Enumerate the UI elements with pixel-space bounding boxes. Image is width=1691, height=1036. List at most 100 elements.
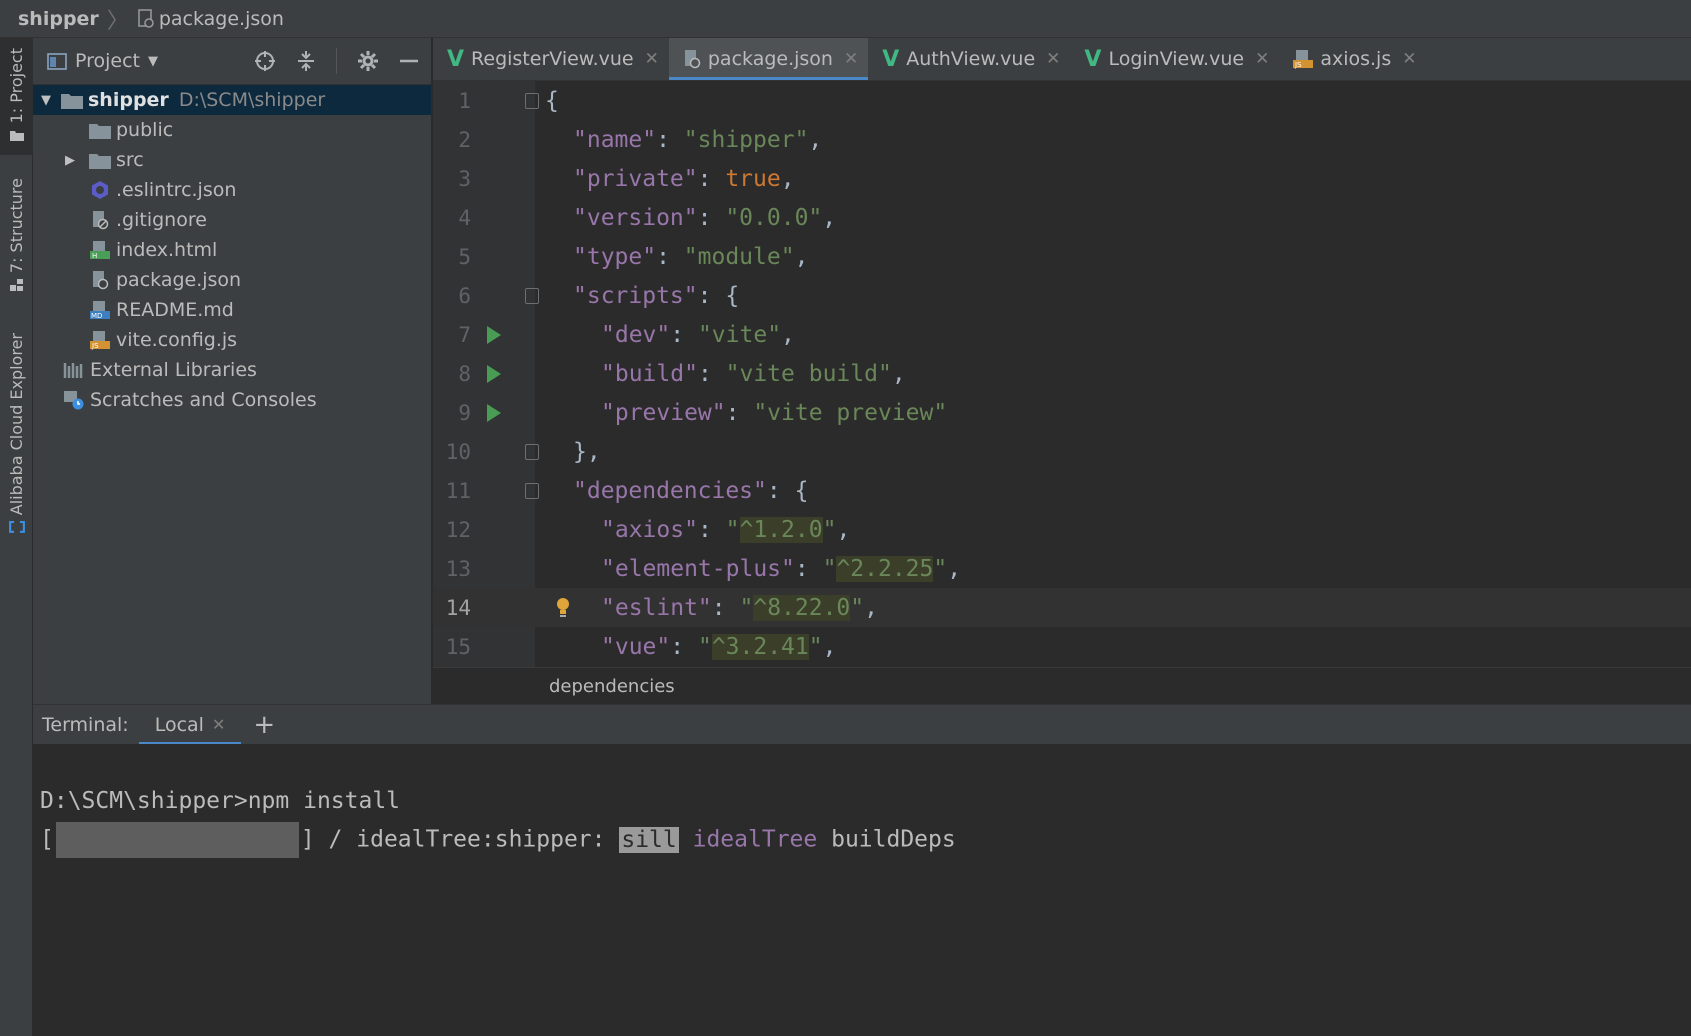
- expanded-arrow-icon[interactable]: ▼: [39, 93, 53, 108]
- project-view-selector[interactable]: Project ▼: [47, 50, 158, 72]
- code-editor[interactable]: 1 { 2 "name": "shipper", 3 "private": tr…: [433, 81, 1691, 667]
- code-token: {: [545, 87, 559, 114]
- lightbulb-icon[interactable]: [555, 597, 571, 619]
- collapsed-arrow-icon[interactable]: ▶: [63, 153, 77, 168]
- tab-label: package.json: [707, 48, 833, 70]
- code-line-current: 14 "eslint": "^8.22.0",: [433, 588, 1691, 627]
- fold-marker-icon[interactable]: [525, 443, 539, 460]
- line-number: 1: [458, 88, 471, 113]
- tab-axios-js[interactable]: JS axios.js ✕: [1279, 38, 1426, 80]
- tree-item-readme[interactable]: MD README.md: [33, 295, 431, 325]
- tree-item-vite-config[interactable]: JS vite.config.js: [33, 325, 431, 355]
- breadcrumb-project[interactable]: shipper: [18, 8, 99, 30]
- project-view-label: Project: [75, 50, 141, 72]
- json-key: "dev": [601, 321, 671, 348]
- tree-item-label: .gitignore: [116, 209, 207, 231]
- svg-text:JS: JS: [91, 342, 99, 350]
- project-panel: Project ▼ ▼ shipper D:\SCM\shipper publi…: [33, 38, 432, 704]
- line-number: 11: [445, 478, 471, 503]
- breadcrumb-separator-icon: 〉: [106, 8, 129, 34]
- tree-root-shipper[interactable]: ▼ shipper D:\SCM\shipper: [33, 85, 431, 115]
- fold-marker-icon[interactable]: [525, 482, 539, 499]
- tab-register-view[interactable]: V RegisterView.vue ✕: [433, 38, 669, 80]
- tree-item-package-json[interactable]: package.json: [33, 265, 431, 295]
- line-number: 12: [445, 517, 471, 542]
- vue-file-icon: V: [447, 46, 465, 72]
- breadcrumb-file-label: package.json: [158, 7, 284, 30]
- terminal-tab-local[interactable]: Local ✕: [138, 705, 242, 745]
- vue-file-icon: V: [882, 46, 900, 72]
- breadcrumb-file[interactable]: package.json: [137, 8, 284, 30]
- tab-auth-view[interactable]: V AuthView.vue ✕: [868, 38, 1070, 80]
- tool-tab-structure[interactable]: 7: Structure: [0, 178, 33, 298]
- code-token: },: [573, 438, 601, 465]
- editor-breadcrumb-item[interactable]: dependencies: [549, 676, 675, 697]
- chevron-down-icon: ▼: [148, 53, 159, 69]
- tree-item-label: src: [116, 149, 144, 171]
- tool-tab-project[interactable]: 1: Project: [0, 38, 33, 155]
- run-script-icon[interactable]: [487, 325, 501, 344]
- terminal-output[interactable]: D:\SCM\shipper>npm install [] / idealTre…: [33, 744, 1691, 1036]
- tree-item-gitignore[interactable]: .gitignore: [33, 205, 431, 235]
- close-icon[interactable]: ✕: [1255, 49, 1269, 69]
- code-line: 3 "private": true,: [433, 159, 1691, 198]
- tree-item-scratches[interactable]: Scratches and Consoles: [33, 385, 431, 415]
- close-icon[interactable]: ✕: [645, 49, 659, 69]
- code-line: 10 },: [433, 432, 1691, 471]
- svg-text:MD: MD: [91, 312, 102, 320]
- new-terminal-plus-icon[interactable]: +: [253, 710, 275, 740]
- folder-icon: [89, 121, 111, 139]
- line-number: 14: [445, 595, 471, 620]
- line-number: 7: [458, 322, 471, 347]
- alibaba-cloud-icon: [8, 521, 25, 533]
- line-number: 10: [445, 439, 471, 464]
- tree-item-src[interactable]: ▶ src: [33, 145, 431, 175]
- fold-marker-icon[interactable]: [525, 287, 539, 304]
- tree-item-label: Scratches and Consoles: [90, 389, 317, 411]
- code-line: 4 "version": "0.0.0",: [433, 198, 1691, 237]
- close-icon[interactable]: ✕: [212, 715, 225, 734]
- line-number: 13: [445, 556, 471, 581]
- folder-icon: [61, 91, 83, 109]
- library-icon: [63, 361, 85, 379]
- fold-marker-icon[interactable]: [525, 92, 539, 109]
- code-line: 13 "element-plus": "^2.2.25",: [433, 549, 1691, 588]
- tree-item-eslintrc[interactable]: .eslintrc.json: [33, 175, 431, 205]
- navigation-breadcrumb: shipper 〉 package.json: [0, 0, 1691, 38]
- tree-item-label: External Libraries: [90, 359, 257, 381]
- terminal-command-line: D:\SCM\shipper>npm install: [40, 788, 401, 814]
- code-line: 9 "preview": "vite preview": [433, 393, 1691, 432]
- tree-item-index-html[interactable]: H index.html: [33, 235, 431, 265]
- json-string: "vite preview": [753, 399, 948, 426]
- tree-item-external-libraries[interactable]: External Libraries: [33, 355, 431, 385]
- run-script-icon[interactable]: [487, 364, 501, 383]
- tab-label: LoginView.vue: [1108, 48, 1245, 70]
- minimize-icon[interactable]: [399, 50, 419, 72]
- tree-item-label: package.json: [116, 269, 242, 291]
- close-icon[interactable]: ✕: [844, 49, 858, 69]
- terminal-progress-line: [] / idealTree:shipper: sill idealTree b…: [40, 822, 956, 858]
- code-line: 7 "dev": "vite",: [433, 315, 1691, 354]
- locate-icon[interactable]: [254, 50, 276, 72]
- tool-tab-alibaba-cloud[interactable]: Alibaba Cloud Explorer: [0, 333, 33, 533]
- run-script-icon[interactable]: [487, 403, 501, 422]
- gear-icon[interactable]: [357, 50, 379, 72]
- line-number: 4: [458, 205, 471, 230]
- tree-item-public[interactable]: public: [33, 115, 431, 145]
- tab-login-view[interactable]: V LoginView.vue ✕: [1070, 38, 1279, 80]
- json-file-icon: [684, 50, 701, 69]
- tab-package-json[interactable]: package.json ✕: [668, 38, 869, 80]
- tab-label: AuthView.vue: [906, 48, 1036, 70]
- terminal-tab-label: Local: [154, 713, 204, 736]
- json-string: "module": [683, 243, 795, 270]
- progress-bar: [55, 822, 299, 858]
- collapse-all-icon[interactable]: [296, 50, 316, 72]
- ignore-file-icon: [89, 211, 111, 230]
- close-icon[interactable]: ✕: [1402, 49, 1416, 69]
- close-icon[interactable]: ✕: [1046, 49, 1060, 69]
- code-line: 12 "axios": "^1.2.0",: [433, 510, 1691, 549]
- tree-item-label: vite.config.js: [116, 329, 238, 351]
- json-key: "dependencies": [573, 477, 767, 504]
- dependency-version: ^8.22.0: [753, 594, 851, 621]
- json-key: "version": [573, 204, 698, 231]
